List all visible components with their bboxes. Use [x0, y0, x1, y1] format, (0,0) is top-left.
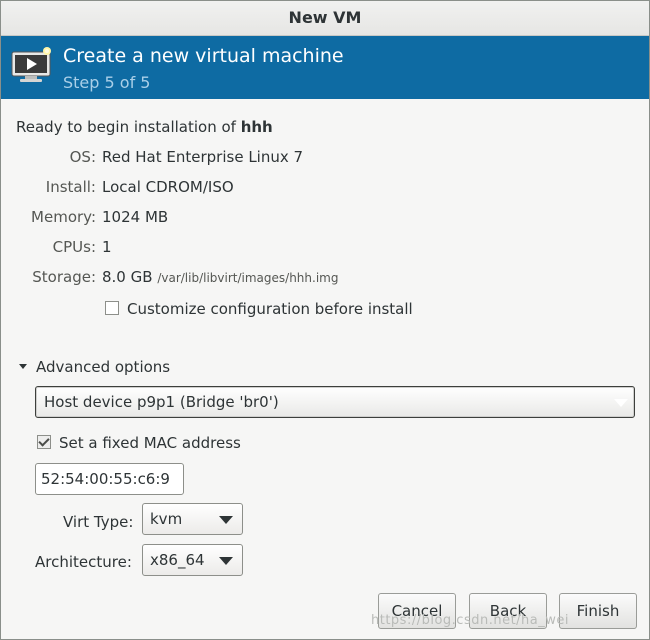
wizard-title: Create a new virtual machine: [63, 45, 344, 67]
window-titlebar: New VM: [1, 1, 649, 36]
mac-address-value: 52:54:00:55:c6:9: [41, 470, 170, 488]
architecture-label: Architecture:: [35, 553, 132, 571]
advanced-options-expander[interactable]: Advanced options: [19, 358, 170, 376]
storage-path: /var/lib/libvirt/images/hhh.img: [157, 271, 339, 285]
finish-button[interactable]: Finish: [559, 593, 637, 629]
customize-checkbox[interactable]: [105, 301, 119, 315]
architecture-select[interactable]: x86_64: [142, 544, 243, 576]
cpus-label: CPUs:: [52, 238, 96, 256]
customize-checkbox-row[interactable]: Customize configuration before install: [105, 300, 413, 318]
mac-address-input[interactable]: 52:54:00:55:c6:9: [35, 463, 184, 495]
storage-label: Storage:: [32, 268, 96, 286]
virt-type-label: Virt Type:: [63, 513, 134, 531]
architecture-value: x86_64: [150, 551, 205, 569]
storage-value-row: 8.0 GB /var/lib/libvirt/images/hhh.img: [102, 268, 338, 286]
fixed-mac-checkbox[interactable]: [37, 435, 51, 449]
dropdown-arrow-icon: [219, 516, 233, 524]
fixed-mac-label[interactable]: Set a fixed MAC address: [59, 434, 241, 452]
memory-label: Memory:: [31, 208, 96, 226]
os-value: Red Hat Enterprise Linux 7: [102, 148, 304, 166]
cpus-value: 1: [102, 238, 112, 256]
vm-name: hhh: [240, 118, 273, 136]
advanced-options-label[interactable]: Advanced options: [36, 358, 170, 376]
expander-arrow-icon: [19, 364, 27, 369]
install-label: Install:: [45, 178, 96, 196]
network-device-select[interactable]: Host device p9p1 (Bridge 'br0'): [35, 386, 635, 418]
ready-prefix: Ready to begin installation of: [16, 118, 241, 136]
customize-label[interactable]: Customize configuration before install: [127, 300, 413, 318]
storage-size: 8.0 GB: [102, 268, 153, 286]
fixed-mac-checkbox-row[interactable]: Set a fixed MAC address: [37, 434, 241, 452]
dropdown-arrow-icon: [219, 557, 233, 565]
wizard-step: Step 5 of 5: [63, 73, 151, 92]
memory-value: 1024 MB: [102, 208, 169, 226]
virt-type-value: kvm: [150, 510, 183, 528]
wizard-header: Create a new virtual machine Step 5 of 5: [1, 36, 649, 99]
install-value: Local CDROM/ISO: [102, 178, 234, 196]
virt-type-select[interactable]: kvm: [142, 503, 243, 535]
network-device-value: Host device p9p1 (Bridge 'br0'): [44, 393, 279, 411]
watermark: https://blog.csdn.net/ha_wei: [371, 613, 570, 628]
monitor-play-icon: [11, 47, 51, 82]
new-vm-window: New VM Create a new virtual machine Step…: [0, 0, 650, 640]
dropdown-arrow-icon: [614, 399, 628, 407]
os-label: OS:: [69, 148, 96, 166]
window-title: New VM: [288, 8, 362, 27]
ready-text: Ready to begin installation of hhh: [16, 118, 273, 136]
